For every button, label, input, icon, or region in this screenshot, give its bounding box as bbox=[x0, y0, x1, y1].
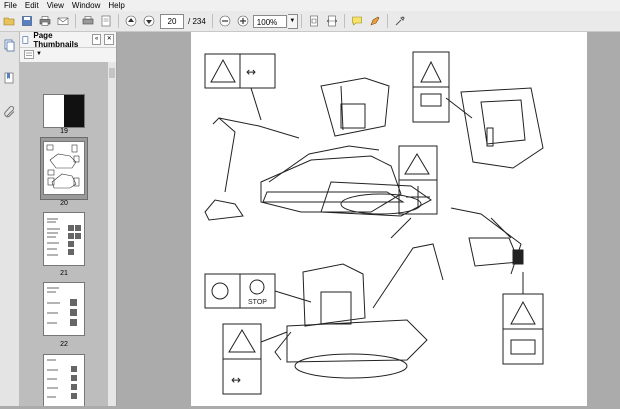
thumbnails-panel: Page Thumbnails « ✕ ▼ 19 20 21 22 bbox=[20, 30, 117, 406]
next-page-button[interactable] bbox=[142, 14, 156, 28]
pages-icon bbox=[22, 35, 29, 44]
thumbnail-label: 21 bbox=[60, 270, 68, 277]
folder-icon bbox=[3, 17, 15, 26]
options-icon[interactable] bbox=[24, 49, 34, 59]
printer-icon bbox=[82, 16, 94, 25]
toolbar-separator bbox=[343, 14, 345, 28]
menu-edit[interactable]: Edit bbox=[21, 0, 43, 11]
thumbnail-list: 19 20 21 22 bbox=[20, 62, 116, 406]
svg-text:↔: ↔ bbox=[231, 373, 241, 387]
zoom-dropdown[interactable]: ▼ bbox=[287, 13, 298, 29]
menu-window[interactable]: Window bbox=[68, 0, 104, 11]
printer-icon bbox=[39, 16, 51, 26]
print-setup-button[interactable] bbox=[81, 14, 95, 28]
properties-button[interactable] bbox=[99, 14, 113, 28]
fit-width-button[interactable] bbox=[325, 14, 339, 28]
open-button[interactable] bbox=[2, 14, 16, 28]
envelope-icon bbox=[57, 17, 69, 25]
document-viewer: ↔ ↔ STOP bbox=[117, 32, 620, 406]
navigation-strip bbox=[0, 32, 20, 406]
comment-button[interactable] bbox=[350, 14, 364, 28]
zoom-out-button[interactable] bbox=[218, 14, 232, 28]
tools-icon bbox=[395, 16, 405, 26]
thumbnail-label: 19 bbox=[60, 128, 68, 135]
thumbnail-preview bbox=[46, 144, 80, 189]
fit-page-button[interactable] bbox=[307, 14, 321, 28]
panel-collapse-button[interactable]: « bbox=[91, 34, 102, 45]
stop-label: STOP bbox=[248, 299, 267, 306]
page-number-input[interactable]: 20 bbox=[160, 13, 184, 29]
highlight-button[interactable] bbox=[368, 14, 382, 28]
thumbnail-label: 20 bbox=[60, 200, 68, 207]
thumbnail-page[interactable] bbox=[43, 141, 85, 195]
panel-close-button[interactable]: ✕ bbox=[104, 34, 115, 45]
bookmarks-icon[interactable] bbox=[3, 72, 16, 85]
arrow-down-icon bbox=[143, 15, 155, 27]
thumbnail-label: 22 bbox=[60, 341, 68, 348]
thumbnail-page[interactable] bbox=[43, 282, 85, 336]
email-button[interactable] bbox=[56, 14, 70, 28]
fit-width-icon bbox=[326, 15, 337, 27]
toolbar-separator bbox=[118, 14, 119, 28]
chevron-down-icon[interactable]: ▼ bbox=[36, 51, 42, 57]
minus-icon bbox=[219, 15, 231, 27]
highlighter-icon bbox=[370, 16, 380, 26]
menu-view[interactable]: View bbox=[43, 0, 68, 11]
speech-bubble-icon bbox=[351, 16, 362, 26]
previous-page-button[interactable] bbox=[124, 14, 138, 28]
arrow-up-icon bbox=[125, 15, 137, 27]
plus-icon bbox=[237, 15, 249, 27]
menu-file[interactable]: File bbox=[0, 0, 21, 11]
fit-page-icon bbox=[309, 15, 318, 27]
page-illustration: ↔ ↔ STOP bbox=[204, 51, 544, 395]
scrollbar-thumb[interactable] bbox=[109, 68, 115, 78]
toolbar-separator bbox=[300, 14, 302, 28]
pages-icon[interactable] bbox=[3, 39, 16, 52]
toolbar: 20 / 234 100% ▼ bbox=[0, 11, 620, 32]
menu-help[interactable]: Help bbox=[104, 0, 128, 11]
menu-bar: File Edit View Window Help bbox=[0, 0, 620, 11]
attachment-icon[interactable] bbox=[3, 105, 16, 118]
document-page: ↔ ↔ STOP bbox=[191, 32, 587, 406]
thumbnail-scrollbar[interactable] bbox=[108, 62, 116, 406]
panel-header: Page Thumbnails « ✕ bbox=[20, 30, 116, 49]
document-icon bbox=[101, 15, 111, 27]
thumbnail-preview bbox=[47, 359, 77, 399]
save-icon bbox=[22, 16, 32, 26]
save-button[interactable] bbox=[20, 14, 34, 28]
thumbnail-page[interactable] bbox=[43, 94, 85, 128]
page-total: / 234 bbox=[188, 16, 206, 26]
thumbnail-preview bbox=[47, 218, 81, 256]
print-button[interactable] bbox=[38, 14, 52, 28]
thumbnail-preview bbox=[47, 287, 77, 326]
zoom-in-button[interactable] bbox=[236, 14, 250, 28]
toolbar-separator bbox=[75, 14, 76, 28]
svg-text:↔: ↔ bbox=[246, 65, 256, 79]
panel-toolbar: ▼ bbox=[20, 48, 116, 60]
thumbnail-page[interactable] bbox=[43, 212, 85, 266]
zoom-level-input[interactable]: 100% bbox=[252, 14, 287, 28]
toolbar-separator bbox=[386, 14, 388, 28]
thumbnail-page[interactable] bbox=[43, 354, 85, 406]
toolbar-separator bbox=[211, 14, 213, 28]
panel-title: Page Thumbnails bbox=[33, 30, 79, 49]
tools-button[interactable] bbox=[393, 14, 407, 28]
